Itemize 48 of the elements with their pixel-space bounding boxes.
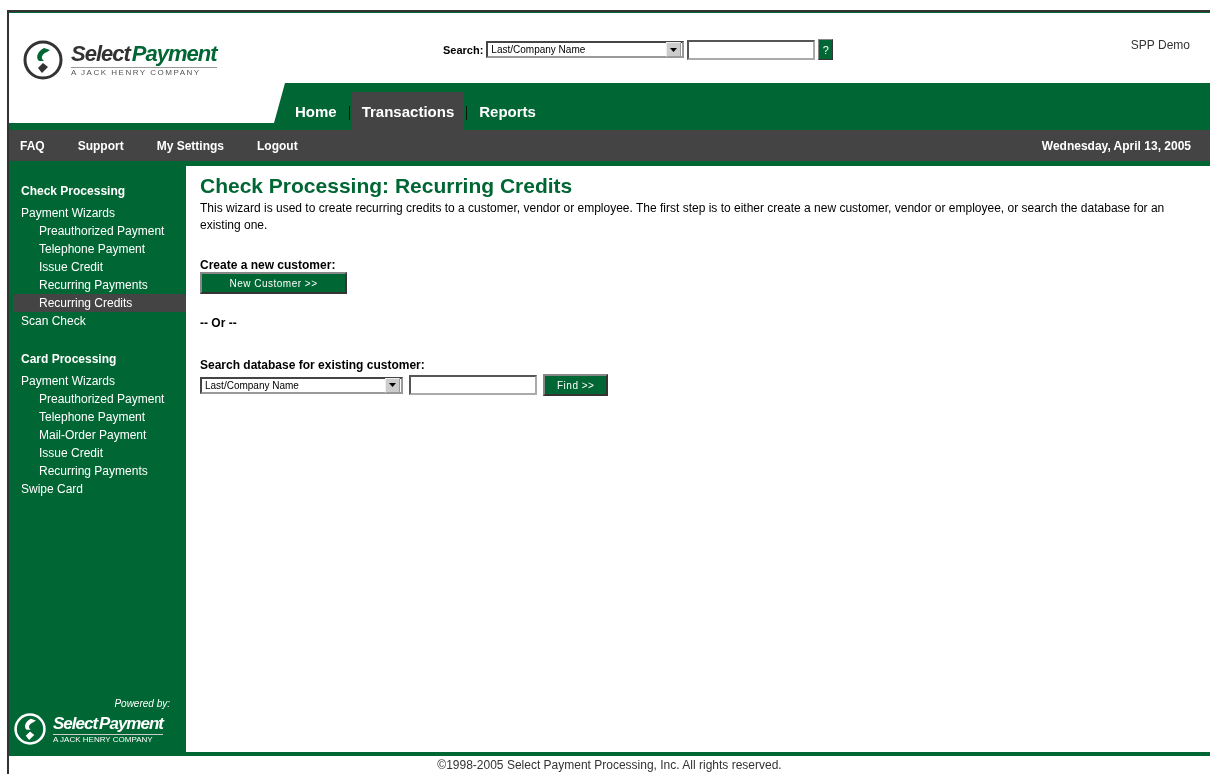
sidebar-item[interactable]: Recurring Payments [13,462,186,480]
sidebar-item[interactable]: Payment Wizards [13,372,186,390]
caret-icon [670,47,678,52]
sidebar-item[interactable]: Preauthorized Payment [13,222,186,240]
menu-link[interactable]: Logout [257,138,298,153]
user-name: SPP Demo [1130,38,1190,52]
current-date: Wednesday, April 13, 2005 [1041,138,1192,153]
menu-link[interactable]: FAQ [20,138,45,153]
caret-icon [389,383,396,387]
search-database-label: Search database for existing customer: [200,358,426,372]
sidebar-item[interactable]: Issue Credit [13,258,186,276]
nav-tab[interactable]: Reports [469,92,546,130]
sidebar-item[interactable]: Mail-Order Payment [13,426,186,444]
menu-link[interactable]: My Settings [156,138,224,153]
find-button[interactable]: Find >> [543,374,609,396]
search-field[interactable] [687,39,816,60]
create-label: Create a new customer: [200,258,337,272]
help-button[interactable]: ? [818,39,834,60]
logo-wordmark: SelectPayment [53,714,163,732]
sidebar-item[interactable]: Telephone Payment [13,240,186,258]
nav-tab[interactable]: Home [285,92,347,130]
sidebar-item[interactable]: Recurring Credits [13,294,186,312]
sidebar-item[interactable]: Telephone Payment [13,408,186,426]
search-type-dropdown[interactable]: Last/Company Name [200,376,403,394]
new-customer-button[interactable]: New Customer >> [200,272,347,294]
sidebar-item[interactable]: Recurring Payments [13,276,186,294]
powered-by-label: Powered by: [114,698,170,709]
logo-wordmark: SelectPayment [71,43,217,65]
logo-tagline: A JACK HENRY COMPANY [53,733,163,744]
section-title: Card Processing [20,352,118,366]
copyright-footer: ©1998-2005 Select Payment Processing, Inc. All rights reserved. [9,752,1210,774]
nav-tab[interactable]: Transactions [351,92,465,130]
search-label: Search: [443,43,484,56]
sidebar-item[interactable]: Swipe Card [13,480,186,498]
logo-tagline: A JACK HENRY COMPANY [71,67,217,77]
sidebar-item[interactable]: Preauthorized Payment [13,390,186,408]
intro-text: This wizard is used to create recurring credits to a customer, vendor or employee. The first step is to either create a new customer, vendor or employee, or search the database for an existing one. [200,200,1166,234]
menu-link[interactable]: Support [77,138,124,153]
logo-icon [23,40,63,80]
page-title: Check Processing: Recurring Credits [200,174,574,198]
sidebar-item[interactable]: Payment Wizards [13,204,186,222]
or-separator: -- Or -- [200,316,238,330]
sidebar-item[interactable]: Scan Check [13,312,186,330]
logo-icon [13,712,47,746]
search-field[interactable] [409,375,537,395]
sidebar-item[interactable]: Issue Credit [13,444,186,462]
search-type-dropdown[interactable]: Last/Company Name [486,41,685,58]
section-title: Check Processing [20,184,127,198]
